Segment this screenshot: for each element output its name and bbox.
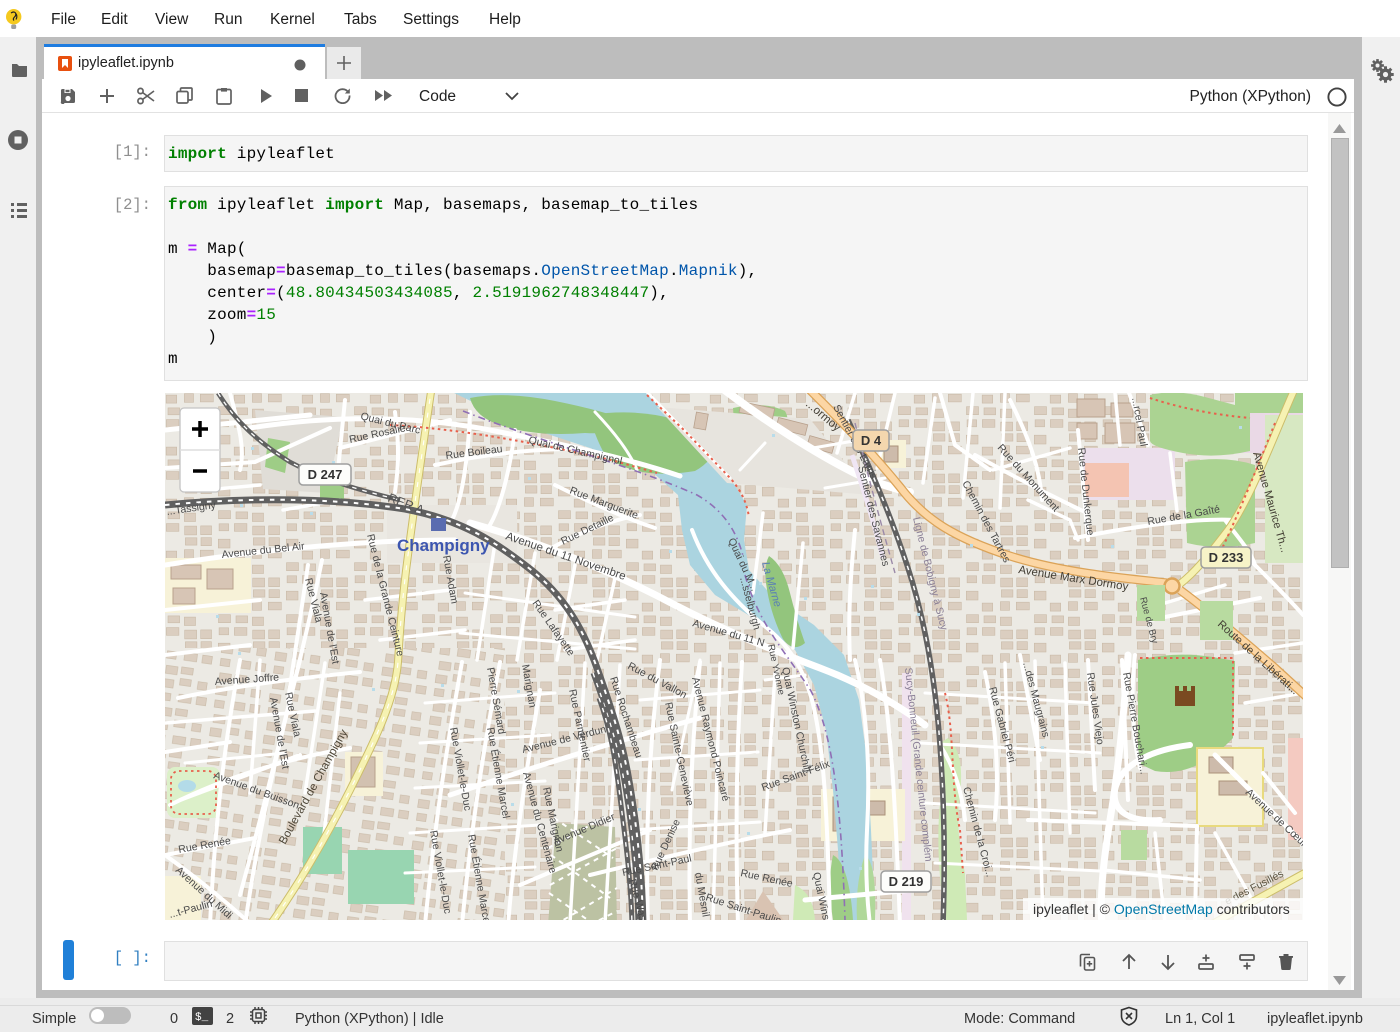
svg-text:D 4: D 4 <box>861 433 882 448</box>
svg-text:D 247: D 247 <box>308 467 343 482</box>
svg-text:D 233: D 233 <box>1209 550 1244 565</box>
svg-text:$_: $_ <box>195 1012 209 1024</box>
svg-text:ipyleaflet | © OpenStreetMap c: ipyleaflet | © OpenStreetMap contributor… <box>1033 901 1290 917</box>
svg-text:D 219: D 219 <box>889 874 924 889</box>
svg-text:Champigny: Champigny <box>397 536 490 555</box>
